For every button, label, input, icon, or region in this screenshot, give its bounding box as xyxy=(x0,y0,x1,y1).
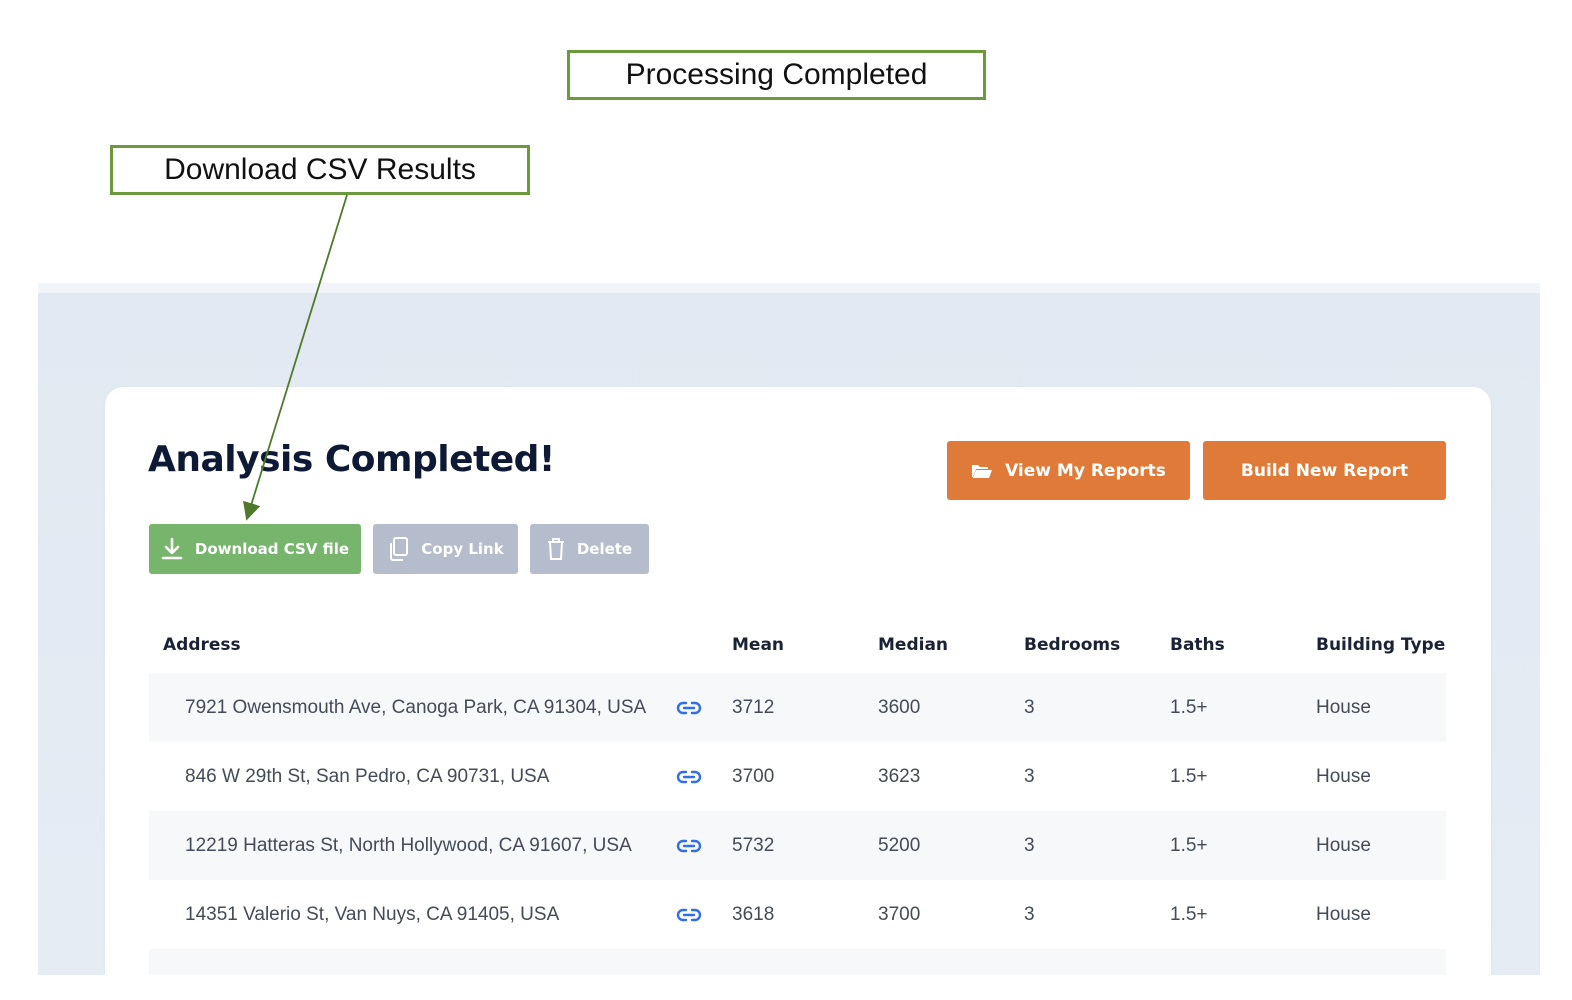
row-median: 3700 xyxy=(878,903,921,925)
row-median: 3600 xyxy=(878,696,921,718)
table-row-partial xyxy=(149,949,1446,975)
header-baths: Baths xyxy=(1170,635,1225,655)
download-icon xyxy=(161,537,183,560)
row-mean: 5732 xyxy=(732,834,775,856)
header-address: Address xyxy=(163,635,241,655)
row-building-type: House xyxy=(1316,834,1371,856)
row-address: 12219 Hatteras St, North Hollywood, CA 9… xyxy=(185,834,632,856)
row-building-type: House xyxy=(1316,903,1371,925)
row-mean: 3700 xyxy=(732,765,775,787)
results-card: Analysis Completed! View My Reports Buil… xyxy=(105,387,1491,975)
copy-icon xyxy=(390,537,409,561)
link-icon[interactable] xyxy=(676,908,702,922)
callout-text: Processing Completed xyxy=(625,58,928,91)
download-csv-label: Download CSV file xyxy=(194,540,350,558)
copy-link-label: Copy Link xyxy=(421,540,504,558)
row-baths: 1.5+ xyxy=(1170,765,1208,787)
download-csv-button[interactable]: Download CSV file xyxy=(149,524,361,574)
row-building-type: House xyxy=(1316,765,1371,787)
table-row: 14351 Valerio St, Van Nuys, CA 91405, US… xyxy=(149,880,1446,949)
app-screenshot: Analysis Completed! View My Reports Buil… xyxy=(38,283,1540,975)
view-my-reports-button[interactable]: View My Reports xyxy=(947,441,1190,500)
delete-button[interactable]: Delete xyxy=(530,524,649,574)
row-address: 7921 Owensmouth Ave, Canoga Park, CA 913… xyxy=(185,696,647,718)
row-baths: 1.5+ xyxy=(1170,834,1208,856)
results-table: Address Mean Median Bedrooms Baths Build… xyxy=(149,617,1446,975)
row-median: 3623 xyxy=(878,765,921,787)
table-row: 12219 Hatteras St, North Hollywood, CA 9… xyxy=(149,811,1446,880)
row-baths: 1.5+ xyxy=(1170,696,1208,718)
header-bedrooms: Bedrooms xyxy=(1024,635,1121,655)
row-building-type: House xyxy=(1316,696,1371,718)
link-icon[interactable] xyxy=(676,770,702,784)
table-header: Address Mean Median Bedrooms Baths Build… xyxy=(149,617,1446,673)
delete-label: Delete xyxy=(576,540,633,558)
processing-completed-callout: Processing Completed xyxy=(567,50,986,100)
download-csv-results-callout: Download CSV Results xyxy=(110,145,530,195)
row-bedrooms: 3 xyxy=(1024,765,1035,787)
row-mean: 3618 xyxy=(732,903,775,925)
page-title: Analysis Completed! xyxy=(148,439,555,480)
copy-link-button[interactable]: Copy Link xyxy=(373,524,518,574)
row-bedrooms: 3 xyxy=(1024,834,1035,856)
row-mean: 3712 xyxy=(732,696,775,718)
row-address: 14351 Valerio St, Van Nuys, CA 91405, US… xyxy=(185,903,560,925)
view-my-reports-label: View My Reports xyxy=(1005,460,1166,481)
callout-text: Download CSV Results xyxy=(164,153,476,186)
row-median: 5200 xyxy=(878,834,921,856)
table-row: 846 W 29th St, San Pedro, CA 90731, USA … xyxy=(149,742,1446,811)
row-bedrooms: 3 xyxy=(1024,903,1035,925)
row-bedrooms: 3 xyxy=(1024,696,1035,718)
build-new-report-button[interactable]: Build New Report xyxy=(1203,441,1446,500)
row-address: 846 W 29th St, San Pedro, CA 90731, USA xyxy=(185,765,550,787)
folder-open-icon xyxy=(972,464,993,478)
header-median: Median xyxy=(878,635,949,655)
link-icon[interactable] xyxy=(676,839,702,853)
row-baths: 1.5+ xyxy=(1170,903,1208,925)
table-row: 7921 Owensmouth Ave, Canoga Park, CA 913… xyxy=(149,673,1446,742)
header-mean: Mean xyxy=(732,635,785,655)
link-icon[interactable] xyxy=(676,701,702,715)
header-building-type: Building Type xyxy=(1316,635,1446,655)
trash-icon xyxy=(547,538,564,560)
